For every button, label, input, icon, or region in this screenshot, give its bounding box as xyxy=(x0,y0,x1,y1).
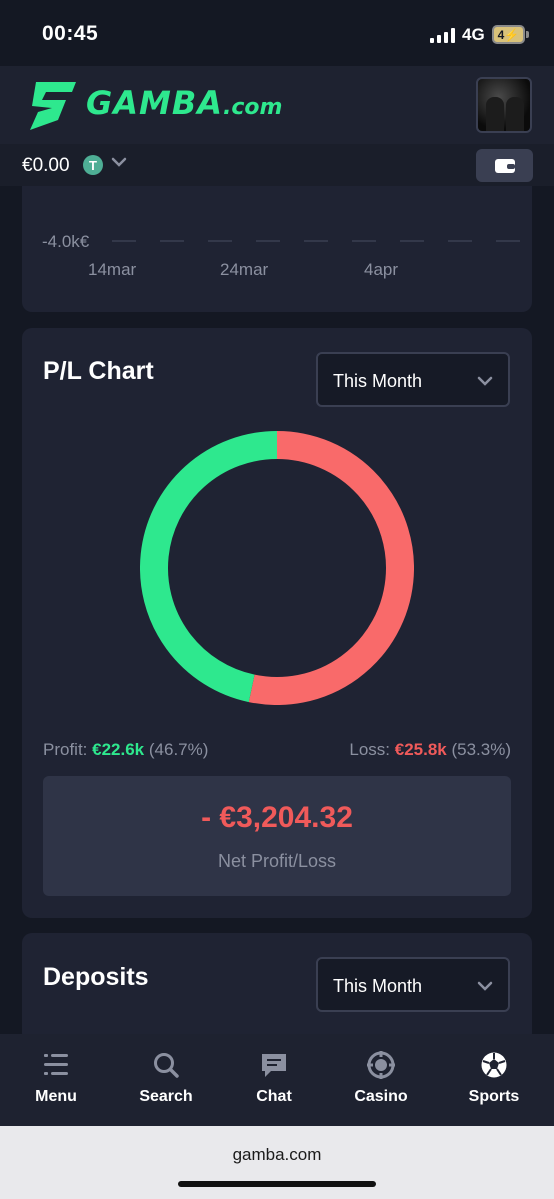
nav-label: Chat xyxy=(256,1088,292,1105)
gamba-logo-text[interactable]: GAMBA.com xyxy=(86,84,282,122)
browser-address-bar[interactable]: gamba.com xyxy=(0,1126,554,1199)
wallet-icon xyxy=(494,158,515,173)
period-dropdown[interactable]: This Month xyxy=(316,957,510,1012)
deposits-card: Deposits This Month xyxy=(22,933,532,1043)
chat-icon xyxy=(262,1054,286,1077)
donut-slice-profit[interactable] xyxy=(140,431,278,703)
chevron-down-icon xyxy=(477,981,493,991)
status-time: 00:45 xyxy=(42,22,99,45)
x-axis-tick: 24mar xyxy=(220,260,269,279)
tether-currency-icon[interactable]: T xyxy=(83,155,103,175)
card-title: Deposits xyxy=(43,963,149,991)
nav-search[interactable]: Search xyxy=(121,1050,211,1106)
battery-icon: 4 ⚡ xyxy=(492,25,525,44)
app-header: GAMBA.com xyxy=(0,66,554,144)
nav-label: Sports xyxy=(468,1088,520,1105)
battery-level: 4 xyxy=(497,27,505,42)
balance-amount[interactable]: €0.00 xyxy=(22,155,70,177)
status-bar: 00:45 4G 4 ⚡ xyxy=(0,0,554,66)
net-profit-loss-value: - €3,204.32 xyxy=(201,801,353,834)
y-axis-tick: -4.0k€ xyxy=(42,232,90,251)
profit-legend: Profit: €22.6k (46.7%) xyxy=(43,740,208,760)
nav-label: Search xyxy=(139,1088,193,1105)
net-profit-loss-box: - €3,204.32 Net Profit/Loss xyxy=(43,776,511,896)
soccer-ball-icon xyxy=(481,1052,507,1078)
wallet-button[interactable] xyxy=(476,149,533,182)
casino-chip-icon xyxy=(367,1051,395,1079)
logo-suffix: .com xyxy=(223,95,283,120)
balance-bar: €0.00 T xyxy=(0,144,554,186)
pl-chart-card: P/L Chart This Month Profit: €22.6k (46.… xyxy=(22,328,532,918)
profit-value: €22.6k xyxy=(92,740,145,759)
bottom-nav: Menu Search Chat Casino Sports xyxy=(0,1034,554,1126)
chevron-down-icon[interactable] xyxy=(110,153,128,171)
url-text[interactable]: gamba.com xyxy=(0,1145,554,1165)
pl-donut-chart xyxy=(140,431,414,705)
signal-icon xyxy=(430,28,455,43)
nav-chat[interactable]: Chat xyxy=(229,1050,319,1106)
chevron-down-icon xyxy=(477,376,493,386)
battery-tip xyxy=(526,31,529,38)
user-avatar[interactable] xyxy=(476,77,532,133)
nav-label: Menu xyxy=(35,1088,77,1105)
search-icon xyxy=(154,1053,179,1078)
nav-sports[interactable]: Sports xyxy=(449,1050,539,1106)
gridline xyxy=(112,240,520,242)
gamba-logo-icon[interactable] xyxy=(22,78,78,132)
x-axis-tick: 14mar xyxy=(88,260,137,279)
nav-casino[interactable]: Casino xyxy=(336,1050,426,1106)
net-profit-loss-caption: Net Profit/Loss xyxy=(217,851,337,871)
profit-percent: (46.7%) xyxy=(148,740,209,759)
home-indicator[interactable] xyxy=(178,1181,376,1187)
donut-slice-loss[interactable] xyxy=(248,431,414,705)
nav-label: Casino xyxy=(354,1088,408,1105)
dropdown-label: This Month xyxy=(333,371,423,391)
profit-label: Profit: xyxy=(43,740,88,759)
logo-name: GAMBA xyxy=(86,84,224,122)
loss-value: €25.8k xyxy=(394,740,447,759)
dropdown-label: This Month xyxy=(333,976,423,996)
loss-label: Loss: xyxy=(349,740,390,759)
menu-icon xyxy=(44,1054,68,1075)
x-axis-tick: 4apr xyxy=(364,260,399,279)
balance-history-card xyxy=(22,186,532,312)
loss-percent: (53.3%) xyxy=(451,740,511,759)
loss-legend: Loss: €25.8k (53.3%) xyxy=(349,740,511,760)
card-title: P/L Chart xyxy=(43,357,154,385)
period-dropdown[interactable]: This Month xyxy=(316,352,510,407)
network-label: 4G xyxy=(462,25,485,44)
nav-menu[interactable]: Menu xyxy=(11,1050,101,1106)
